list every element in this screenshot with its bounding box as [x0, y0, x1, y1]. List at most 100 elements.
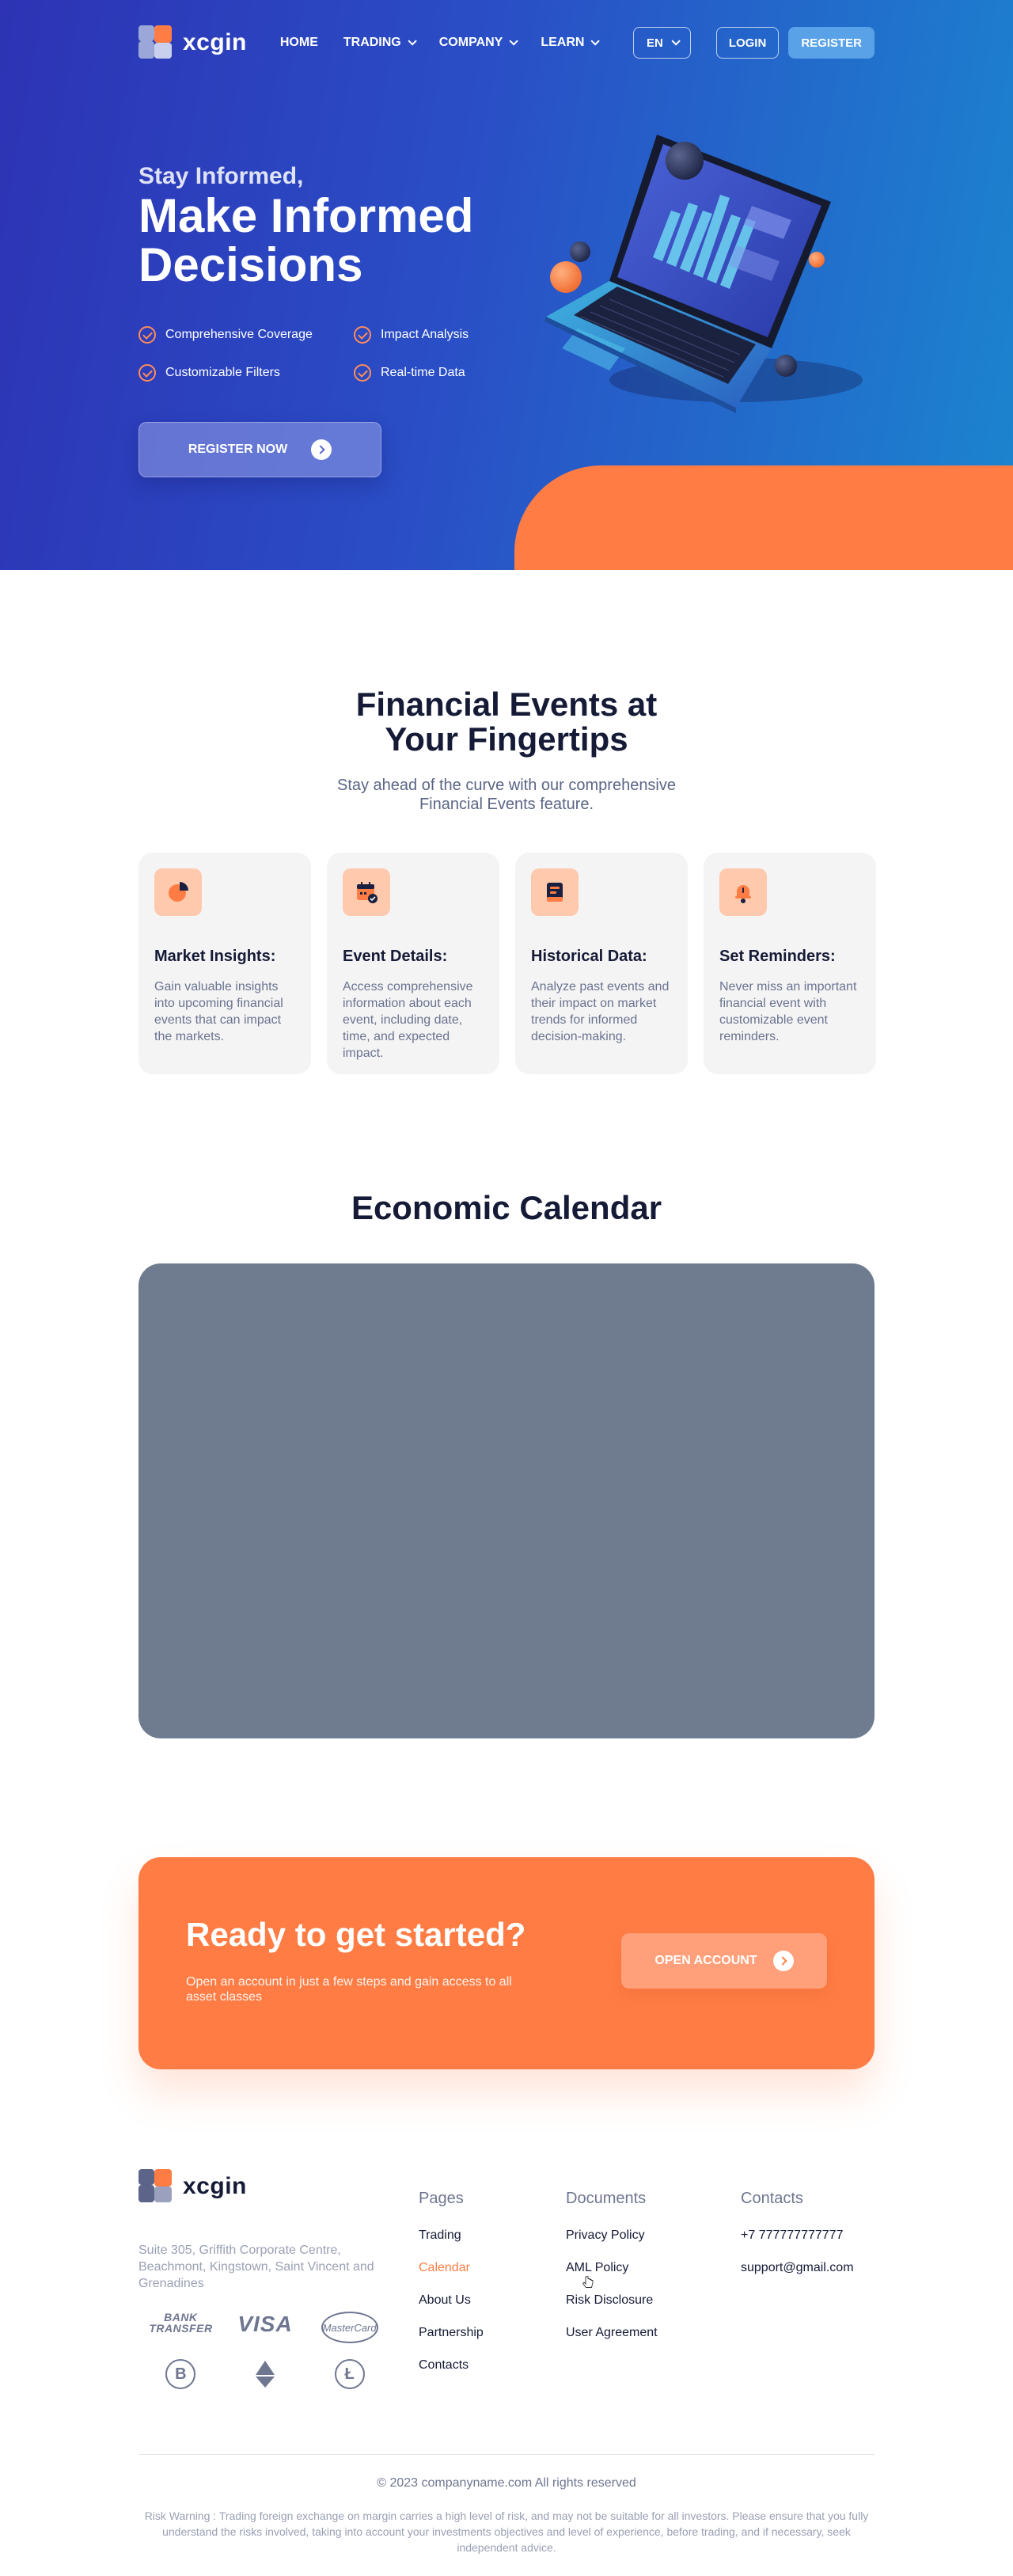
open-account-label: OPEN ACCOUNT — [654, 1954, 757, 1967]
hero-feature-item: Comprehensive Coverage — [138, 326, 354, 344]
decor-ball — [775, 355, 797, 377]
bell-icon — [719, 868, 767, 916]
feature-card-event-details: Event Details: Access comprehensive info… — [327, 853, 499, 1074]
copyright-text: © 2023 companyname.com All rights reserv… — [377, 2476, 636, 2490]
nav-item-company[interactable]: COMPANY — [438, 36, 519, 50]
hero-feature-item: Customizable Filters — [138, 364, 354, 382]
card-title: Market Insights: — [154, 948, 276, 965]
language-value: EN — [646, 36, 663, 50]
footer-pages-column: Pages Trading Calendar About Us Partners… — [419, 2190, 484, 2389]
open-account-button[interactable]: OPEN ACCOUNT — [621, 1933, 827, 1989]
nav-item-trading[interactable]: TRADING — [343, 36, 417, 50]
footer-link-user-agreement[interactable]: User Agreement — [566, 2324, 658, 2341]
footer-link-about-us[interactable]: About Us — [419, 2292, 484, 2308]
footer-link-contacts[interactable]: Contacts — [419, 2357, 484, 2373]
hero-feature-label: Real-time Data — [381, 366, 465, 379]
payment-methods: BANK TRANSFER VISA MasterCard B Ł — [138, 2312, 392, 2389]
footer-logo[interactable]: xcgin — [138, 2169, 247, 2204]
feature-card-historical-data: Historical Data: Analyze past events and… — [515, 853, 688, 1074]
features-subtitle-text: Stay ahead of the curve with our compreh… — [336, 777, 677, 813]
feature-cards: Market Insights: Gain valuable insights … — [138, 853, 876, 1074]
risk-warning-text: Risk Warning : Trading foreign exchange … — [144, 2510, 869, 2554]
card-text: Never miss an important financial event … — [719, 980, 857, 1043]
nav-actions: EN LOGIN REGISTER — [632, 27, 875, 59]
footer-documents-column: Documents Privacy Policy AML Policy Risk… — [566, 2190, 658, 2357]
footer-link-partnership[interactable]: Partnership — [419, 2324, 484, 2341]
arrow-right-icon — [311, 439, 332, 460]
hero-decor-shape — [514, 465, 1013, 570]
nav-item-learn[interactable]: LEARN — [541, 36, 601, 50]
footer-email-link[interactable]: support@gmail.com — [741, 2259, 854, 2276]
calendar-icon — [343, 868, 390, 916]
logo-mark-icon — [138, 2169, 173, 2204]
feature-card-market-insights: Market Insights: Gain valuable insights … — [138, 853, 311, 1074]
chevron-down-icon — [408, 36, 417, 46]
hero-feature-list: Comprehensive Coverage Impact Analysis C… — [138, 326, 544, 382]
register-now-button[interactable]: REGISTER NOW — [138, 422, 381, 477]
register-button[interactable]: REGISTER — [788, 27, 875, 59]
decor-ball — [666, 142, 704, 180]
nav-item-label: TRADING — [343, 36, 401, 49]
arrow-right-icon — [772, 1951, 794, 1971]
hero-subtitle: Stay Informed, — [138, 163, 304, 189]
chevron-down-icon — [590, 36, 601, 46]
bitcoin-icon: B — [165, 2359, 196, 2389]
footer-link-calendar[interactable]: Calendar — [419, 2259, 484, 2276]
bank-transfer-icon: BANK TRANSFER — [149, 2311, 213, 2335]
calendar-title: Economic Calendar — [351, 1189, 662, 1226]
check-circle-icon — [354, 326, 371, 344]
pie-chart-icon — [154, 868, 202, 916]
features-title-text: Financial Events at Your Fingertips — [355, 686, 658, 758]
register-now-label: REGISTER NOW — [188, 443, 288, 456]
footer-link-aml-policy[interactable]: AML Policy — [566, 2259, 658, 2276]
hero-feature-label: Impact Analysis — [381, 328, 469, 341]
nav-item-label: HOME — [279, 36, 318, 49]
check-circle-icon — [138, 326, 156, 344]
login-button[interactable]: LOGIN — [715, 27, 780, 59]
main-menu: HOME TRADING COMPANY LEARN — [280, 36, 601, 50]
decor-ball-orange — [550, 261, 582, 293]
card-title: Set Reminders: — [719, 948, 836, 965]
features-title: Financial Events at Your Fingertips — [0, 687, 1013, 757]
cta-text: Open an account in just a few steps and … — [186, 1975, 512, 2004]
card-text: Gain valuable insights into upcoming fin… — [154, 980, 283, 1043]
logo[interactable]: xcgin — [138, 25, 247, 60]
check-circle-icon — [138, 364, 156, 382]
ethereum-icon — [255, 2359, 275, 2389]
hero-feature-label: Comprehensive Coverage — [165, 328, 313, 341]
decor-ball — [570, 241, 590, 262]
cta-banner: Ready to get started? Open an account in… — [138, 1857, 875, 2069]
nav-item-label: COMPANY — [438, 36, 503, 49]
document-icon — [531, 868, 579, 916]
logo-mark-icon — [138, 25, 173, 60]
footer-link-privacy-policy[interactable]: Privacy Policy — [566, 2227, 658, 2244]
nav-item-label: LEARN — [541, 36, 585, 49]
mastercard-icon: MasterCard — [321, 2312, 378, 2343]
company-address: Suite 305, Griffith Corporate Centre, Be… — [138, 2244, 374, 2290]
visa-icon: VISA — [237, 2312, 293, 2336]
feature-card-set-reminders: Set Reminders: Never miss an important f… — [704, 853, 876, 1074]
chevron-down-icon — [509, 36, 519, 46]
footer-column-heading: Documents — [566, 2190, 647, 2207]
card-text: Analyze past events and their impact on … — [531, 980, 670, 1043]
card-title: Historical Data: — [531, 948, 647, 965]
economic-calendar-widget[interactable] — [138, 1263, 875, 1738]
hand-cursor-icon — [582, 2275, 594, 2288]
decor-ball-orange — [809, 252, 825, 268]
features-subtitle: Stay ahead of the curve with our compreh… — [0, 776, 1013, 814]
footer-link-risk-disclosure[interactable]: Risk Disclosure — [566, 2292, 658, 2308]
hero-feature-label: Customizable Filters — [165, 366, 280, 379]
chevron-down-icon — [671, 36, 681, 46]
card-title: Event Details: — [343, 948, 448, 965]
language-select[interactable]: EN — [632, 27, 691, 59]
cta-title: Ready to get started? — [186, 1916, 526, 1953]
footer-link-trading[interactable]: Trading — [419, 2227, 484, 2244]
footer-contacts-column: Contacts +7 777777777777 support@gmail.c… — [741, 2190, 854, 2292]
hero-title: Make Informed Decisions — [138, 189, 474, 291]
hero-section: xcgin HOME TRADING COMPANY LEARN EN LOGI… — [0, 0, 1013, 570]
footer-logo-text: xcgin — [183, 2173, 247, 2199]
nav-item-home[interactable]: HOME — [280, 36, 318, 50]
footer-phone-link[interactable]: +7 777777777777 — [741, 2227, 854, 2244]
top-nav: xcgin HOME TRADING COMPANY LEARN EN LOGI… — [138, 24, 875, 62]
footer-column-heading: Pages — [419, 2190, 464, 2207]
